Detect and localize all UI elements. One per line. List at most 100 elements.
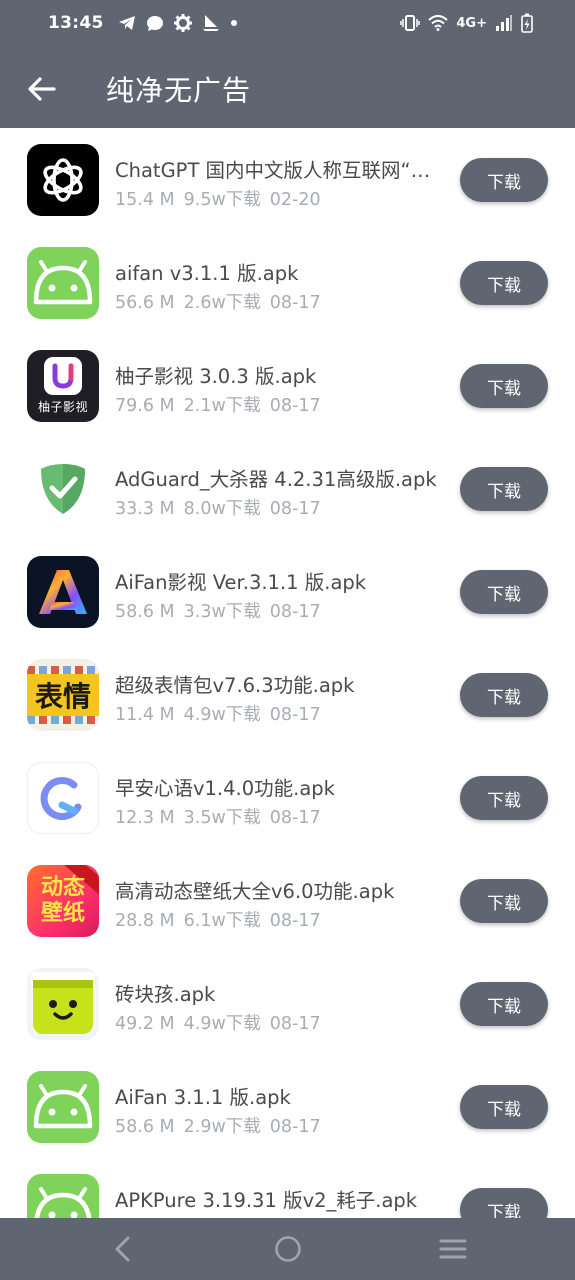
app-meta: 56.6 M 2.6w下载 08-17 [115, 289, 330, 314]
app-date: 08-17 [269, 808, 321, 828]
app-date: 08-17 [269, 1014, 321, 1034]
app-meta: 58.6 M 3.3w下载 08-17 [115, 598, 330, 623]
app-meta: 15.4 M 9.5w下载 02-20 [115, 186, 330, 211]
app-meta: 12.3 M 3.5w下载 08-17 [115, 804, 330, 829]
list-item: AiFan 3.1.1 版.apk 58.6 M 2.9w下载 08-17 下载 [0, 1055, 575, 1158]
app-size: 58.6 M [115, 602, 175, 622]
app-name: 超级表情包v7.6.3功能.apk [115, 674, 355, 697]
app-name: AdGuard_大杀器 4.2.31高级版.apk [115, 468, 437, 491]
back-button[interactable] [22, 69, 62, 109]
app-size: 12.3 M [115, 808, 175, 828]
app-meta: 33.3 M 8.0w下载 08-17 [115, 495, 330, 520]
app-list[interactable]: ChatGPT 国内中文版人称互联网“神器”.apk 15.4 M 9.5w下载 0… [0, 128, 575, 1218]
wallpaper-icon-label: 动态壁纸 [40, 875, 85, 926]
youzi-icon: 柚子影视 [27, 350, 99, 422]
download-button[interactable]: 下载 [460, 982, 548, 1026]
download-button[interactable]: 下载 [460, 261, 548, 305]
app-date: 08-17 [269, 293, 321, 313]
app-size: 11.4 M [115, 705, 175, 725]
android-icon [27, 1174, 99, 1218]
app-downloads: 4.9w下载 [183, 1014, 261, 1034]
app-downloads: 3.3w下载 [183, 602, 261, 622]
app-name: AiFan 3.1.1 版.apk [115, 1086, 291, 1109]
nav-home-button[interactable] [266, 1229, 310, 1269]
download-button[interactable]: 下载 [460, 467, 548, 511]
status-bar: 13:45 4G+ [0, 0, 575, 46]
app-name: aifan v3.1.1 版.apk [115, 262, 299, 285]
app-date: 08-17 [269, 396, 321, 416]
zaoan-ring-icon [27, 762, 99, 834]
app-size: 49.2 M [115, 1014, 175, 1034]
app-meta: 49.2 M 4.9w下载 08-17 [115, 1010, 330, 1035]
app-downloads: 2.1w下载 [183, 396, 261, 416]
top-bar: 13:45 4G+ 纯净无广告 [0, 0, 575, 128]
download-button[interactable]: 下载 [460, 1085, 548, 1129]
list-item: 动态壁纸 高清动态壁纸大全v6.0功能.apk 28.8 M 6.1w下载 08-1… [0, 849, 575, 952]
app-meta: 11.4 M 4.9w下载 08-17 [115, 701, 330, 726]
menu-icon [439, 1239, 467, 1259]
vibrate-icon [400, 15, 421, 31]
android-icon [27, 247, 99, 319]
app-name: 砖块孩.apk [115, 983, 216, 1006]
list-item: 砖块孩.apk 49.2 M 4.9w下载 08-17 下载 [0, 952, 575, 1055]
list-item: ChatGPT 国内中文版人称互联网“神器”.apk 15.4 M 9.5w下载 0… [0, 128, 575, 231]
list-item: AdGuard_大杀器 4.2.31高级版.apk 33.3 M 8.0w下载 08… [0, 437, 575, 540]
app-size: 15.4 M [115, 190, 175, 210]
app-date: 08-17 [269, 602, 321, 622]
system-nav-bar [0, 1218, 575, 1280]
wallpaper-icon: 动态壁纸 [27, 865, 99, 937]
network-type: 4G+ [456, 15, 487, 31]
telegram-icon [118, 15, 136, 31]
youzi-icon-label: 柚子影视 [37, 400, 88, 414]
app-downloads: 2.9w下载 [183, 1117, 261, 1137]
download-button[interactable]: 下载 [460, 776, 548, 820]
app-downloads: 8.0w下载 [183, 499, 261, 519]
app-size: 58.6 M [115, 1117, 175, 1137]
app-meta: 58.6 M 2.9w下载 08-17 [115, 1113, 330, 1138]
app-size: 28.8 M [115, 911, 175, 931]
home-icon [275, 1236, 301, 1262]
settings-gear-icon [173, 14, 192, 32]
list-item: AiFan影视 Ver.3.1.1 版.apk 58.6 M 3.3w下载 08-1… [0, 540, 575, 643]
signal-bars-icon [495, 15, 513, 31]
android-icon [27, 1071, 99, 1143]
arrow-left-icon [28, 77, 56, 101]
app-size: 33.3 M [115, 499, 175, 519]
app-downloads: 9.5w下载 [183, 190, 261, 210]
list-item: APKPure 3.19.31 版v2_耗子.apk 下载 下载 [0, 1158, 575, 1218]
list-item: 早安心语v1.4.0功能.apk 12.3 M 3.5w下载 08-17 下载 [0, 746, 575, 849]
app-size: 56.6 M [115, 293, 175, 313]
back-icon [115, 1236, 130, 1262]
download-button[interactable]: 下载 [460, 673, 548, 717]
app-downloads: 3.5w下载 [183, 808, 261, 828]
download-button[interactable]: 下载 [460, 879, 548, 923]
sailboat-icon [202, 14, 220, 32]
download-button[interactable]: 下载 [460, 1188, 548, 1218]
download-button[interactable]: 下载 [460, 364, 548, 408]
adguard-shield-icon [27, 453, 99, 525]
notification-dot-icon [230, 19, 238, 27]
app-bar: 纯净无广告 [0, 50, 575, 128]
app-downloads: 4.9w下载 [183, 705, 261, 725]
list-item: 柚子影视 柚子影视 3.0.3 版.apk 79.6 M 2.1w下载 08-17 … [0, 334, 575, 437]
biaoqing-icon: 表情 [27, 659, 99, 731]
app-downloads: 6.1w下载 [183, 911, 261, 931]
app-name: ChatGPT 国内中文版人称互联网“神器”.apk [115, 159, 440, 182]
app-name: 高清动态壁纸大全v6.0功能.apk [115, 880, 395, 903]
app-name: APKPure 3.19.31 版v2_耗子.apk [115, 1189, 418, 1212]
nav-menu-button[interactable] [431, 1229, 475, 1269]
status-time: 13:45 [48, 13, 104, 33]
app-downloads: 2.6w下载 [183, 293, 261, 313]
app-date: 08-17 [269, 499, 321, 519]
list-item: aifan v3.1.1 版.apk 56.6 M 2.6w下载 08-17 下载 [0, 231, 575, 334]
download-button[interactable]: 下载 [460, 570, 548, 614]
app-date: 08-17 [269, 1117, 321, 1137]
page-title: 纯净无广告 [106, 74, 252, 107]
app-name: 早安心语v1.4.0功能.apk [115, 777, 335, 800]
app-date: 02-20 [269, 190, 321, 210]
nav-back-button[interactable] [100, 1229, 144, 1269]
chat-bubble-icon [146, 15, 164, 32]
download-button[interactable]: 下载 [460, 158, 548, 202]
list-item: 表情 超级表情包v7.6.3功能.apk 11.4 M 4.9w下载 08-17 下… [0, 643, 575, 746]
aifan-a-icon [27, 556, 99, 628]
